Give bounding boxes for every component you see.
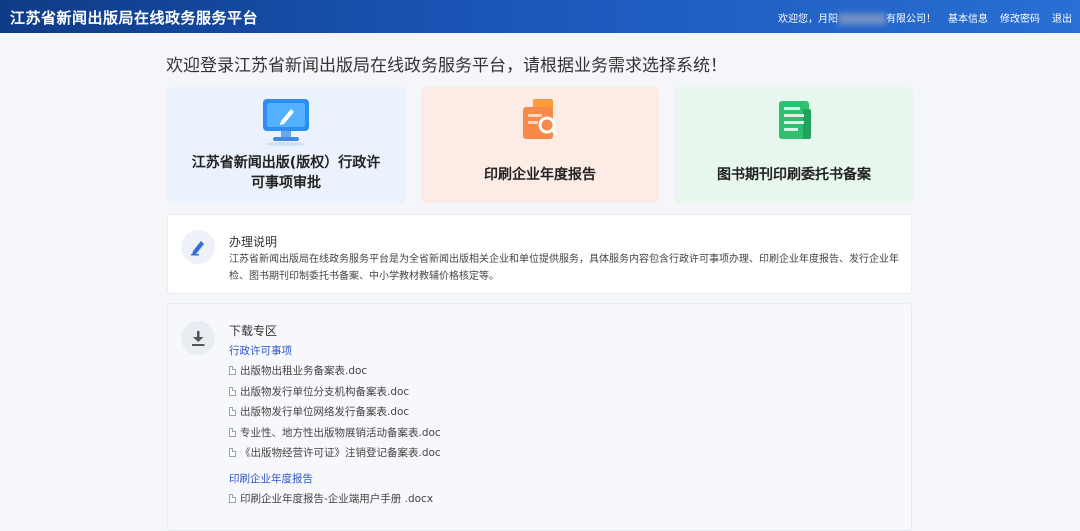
top-header: 江苏省新闻出版局在线政务服务平台 欢迎您，月阳 有限公司！ 基本信息 修改密码 退… [0,0,1080,33]
redacted-name [838,13,886,25]
logout-link[interactable]: 退出 [1052,10,1072,25]
download-panel: 下载专区 行政许可事项 出版物出租业务备案表.doc 出版物发行单位分支机构备案… [167,303,912,531]
file-icon [229,428,236,437]
file-link[interactable]: 《出版物经营许可证》注销登记备案表.doc [229,445,441,460]
site-title: 江苏省新闻出版局在线政务服务平台 [10,9,259,27]
monitor-pen-icon [257,95,315,147]
file-link[interactable]: 出版物出租业务备案表.doc [229,363,367,378]
instructions-text: 江苏省新闻出版局在线政务服务平台是为全省新闻出版相关企业和单位提供服务，具体服务… [229,254,899,282]
section-license: 行政许可事项 [229,345,292,357]
file-icon [229,366,236,375]
basic-info-link[interactable]: 基本信息 [948,10,988,25]
instructions-title: 办理说明 [229,235,278,249]
file-link[interactable]: 印刷企业年度报告-企业端用户手册 .docx [229,491,433,506]
file-link[interactable]: 出版物发行单位分支机构备案表.doc [229,384,409,399]
card-printing-filing[interactable]: 图书期刊印刷委托书备案 [675,87,913,203]
card-label: 印刷企业年度报告 [484,167,596,183]
document-search-icon [511,95,569,147]
card-license-approval[interactable]: 江苏省新闻出版(版权）行政许可事项审批 [167,87,405,203]
document-list-icon [765,95,823,147]
file-link[interactable]: 专业性、地方性出版物展销活动备案表.doc [229,425,441,440]
welcome-heading: 欢迎登录江苏省新闻出版局在线政务服务平台，请根据业务需求选择系统！ [166,56,727,76]
change-password-link[interactable]: 修改密码 [1000,10,1040,25]
card-annual-report[interactable]: 印刷企业年度报告 [421,87,659,203]
file-icon [229,494,236,503]
file-icon [229,448,236,457]
user-box: 欢迎您，月阳 有限公司！ 基本信息 修改密码 退出 [778,10,1072,25]
download-icon [181,321,215,355]
greeting-text: 欢迎您，月阳 有限公司！ [778,13,936,25]
card-label: 江苏省新闻出版(版权）行政许可事项审批 [191,155,381,191]
pen-icon [181,230,215,264]
card-label: 图书期刊印刷委托书备案 [717,167,871,183]
download-title: 下载专区 [229,324,278,338]
file-icon [229,407,236,416]
file-icon [229,387,236,396]
instructions-panel: 办理说明 江苏省新闻出版局在线政务服务平台是为全省新闻出版相关企业和单位提供服务… [167,214,912,294]
file-link[interactable]: 出版物发行单位网络发行备案表.doc [229,404,409,419]
section-annual-report: 印刷企业年度报告 [229,473,313,485]
